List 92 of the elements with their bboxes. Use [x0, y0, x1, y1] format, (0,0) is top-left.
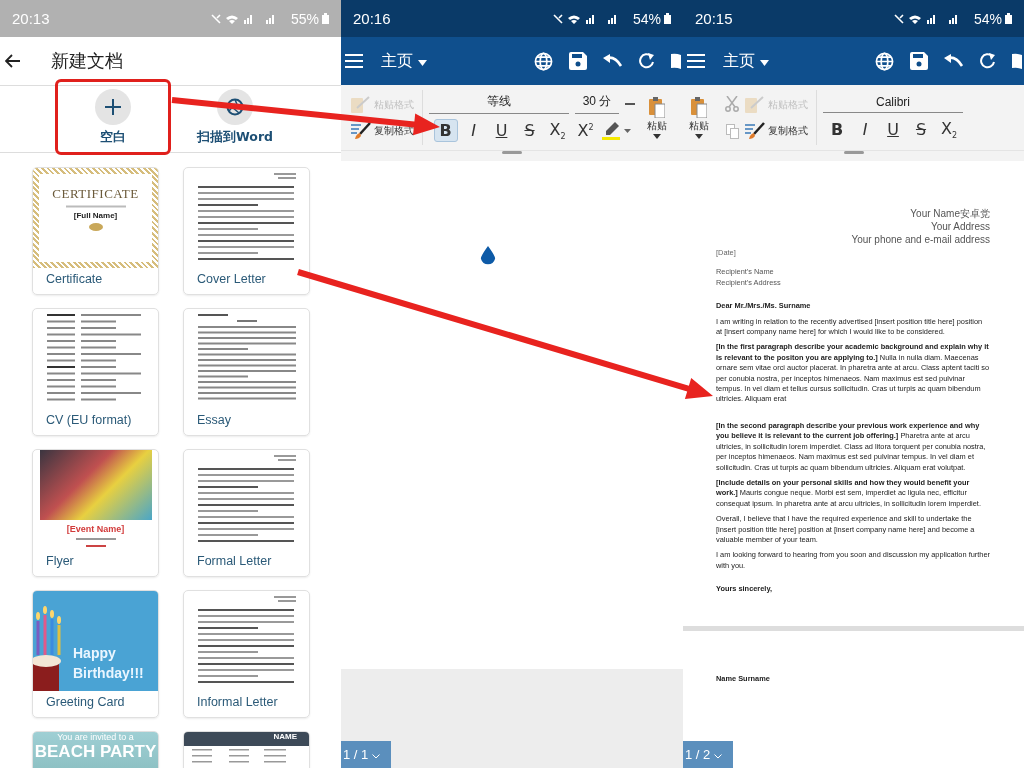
preview-heading: CERTIFICATE [52, 186, 139, 202]
clipboard-icon[interactable] [691, 96, 707, 118]
format-button[interactable]: S [909, 117, 933, 141]
battery-level: 54% [973, 10, 1002, 27]
battery-icon [322, 13, 329, 24]
status-time: 20:13 [12, 10, 50, 27]
preview-heading: Happy Birthday!!! [73, 644, 145, 683]
font-name-field[interactable]: Calibri [823, 94, 963, 113]
format-button[interactable]: I [461, 119, 486, 142]
paste-button[interactable]: 粘贴 [689, 119, 709, 133]
preview-heading: [Event Name] [66, 524, 125, 534]
template-name: Flyer [45, 553, 75, 568]
globe-icon[interactable] [875, 51, 894, 71]
home-tab-dropdown[interactable]: 主页 [377, 50, 432, 72]
paste-button[interactable]: 粘贴 [647, 119, 667, 133]
chevron-down-icon[interactable] [371, 754, 380, 759]
template-card[interactable]: Informal Letter [183, 590, 310, 718]
format-button[interactable]: X$^{2}$ [573, 119, 598, 142]
status-time: 20:16 [353, 10, 391, 27]
sender-line: Your Name安卓党 [910, 207, 990, 220]
battery-icon [664, 13, 671, 24]
camera-aperture-icon [226, 97, 244, 116]
minus-icon[interactable] [625, 102, 635, 105]
template-card[interactable]: CV (EU format) [32, 308, 159, 436]
caret-icon[interactable] [623, 128, 631, 133]
save-icon[interactable] [569, 52, 587, 70]
preview-subtitle: [Full Name] [73, 211, 118, 220]
sender-line: Your phone and e-mail address [851, 233, 990, 246]
preview-heading: NAME [273, 732, 297, 743]
format-button[interactable]: X$_{2}$ [545, 119, 570, 142]
paste-format-icon [351, 95, 371, 114]
preview-subtitle: You are invited to a [57, 732, 134, 742]
format-button[interactable]: B [825, 117, 849, 141]
drag-handle-icon[interactable] [843, 151, 864, 154]
save-icon[interactable] [910, 52, 928, 70]
globe-icon[interactable] [534, 51, 553, 71]
drag-handle-icon[interactable] [502, 151, 522, 154]
status-time: 20:15 [695, 10, 733, 27]
template-name: Formal Letter [196, 553, 273, 568]
template-name: Cover Letter [196, 271, 267, 286]
home-tab-dropdown[interactable]: 主页 [719, 50, 774, 72]
template-name: Certificate [45, 271, 104, 286]
template-card[interactable]: Essay [183, 308, 310, 436]
battery-level: 54% [632, 10, 661, 27]
redo-icon[interactable] [980, 52, 996, 70]
plus-icon [105, 98, 121, 115]
template-name: CV (EU format) [45, 412, 133, 427]
format-button[interactable]: B [433, 119, 458, 142]
caret-icon[interactable] [418, 59, 428, 66]
template-card[interactable]: NAME [183, 731, 310, 768]
undo-icon[interactable] [944, 54, 964, 68]
template-card[interactable]: Happy Birthday!!! Greeting Card [32, 590, 159, 718]
font-name-field[interactable]: 等线 [429, 93, 569, 114]
clipboard-format-button[interactable]: 复制格式 [745, 121, 808, 140]
back-arrow-icon[interactable] [5, 54, 21, 68]
page-title: 新建文档 [51, 50, 123, 73]
format-painter-icon [745, 121, 765, 140]
format-button[interactable]: I [853, 117, 877, 141]
redo-icon[interactable] [639, 52, 655, 70]
battery-icon [1005, 13, 1012, 24]
menu-icon[interactable] [345, 54, 363, 68]
text-lines-drawing [65, 205, 126, 208]
template-card[interactable]: Cover Letter [183, 167, 310, 295]
sender-line: Your Address [930, 220, 990, 233]
highlighter-pen-icon[interactable] [601, 121, 620, 140]
template-card[interactable]: [Event Name] Flyer [32, 449, 159, 577]
template-name: Informal Letter [196, 694, 279, 709]
template-name: Greeting Card [45, 694, 126, 709]
format-painter-icon [351, 121, 371, 140]
clipboard-icon[interactable] [649, 96, 665, 118]
caret-icon[interactable] [653, 134, 661, 139]
undo-icon[interactable] [603, 54, 623, 68]
format-button[interactable]: U [881, 117, 905, 141]
seal-icon [88, 223, 103, 231]
format-button[interactable]: U [489, 119, 514, 142]
cursor-handle-icon[interactable] [480, 246, 496, 266]
chevron-down-icon[interactable] [713, 754, 722, 759]
format-button[interactable]: S [517, 119, 542, 142]
template-card[interactable]: Formal Letter [183, 449, 310, 577]
template-card[interactable]: CERTIFICATE [Full Name] Certificate [32, 167, 159, 295]
preview-heading: BEACH PARTY [34, 742, 157, 762]
template-name: Essay [196, 412, 233, 427]
document-page[interactable] [683, 161, 1024, 631]
paste-format-icon [745, 95, 765, 114]
caret-icon[interactable] [695, 134, 703, 139]
format-button[interactable]: X$_{2}$ [937, 117, 961, 141]
caret-icon[interactable] [760, 59, 770, 66]
text-lines-drawing [75, 538, 116, 548]
battery-level: 55% [290, 10, 319, 27]
action-button[interactable]: 空白 [55, 79, 171, 155]
menu-icon[interactable] [687, 54, 705, 68]
font-size-field[interactable]: 30 分 [575, 93, 619, 114]
